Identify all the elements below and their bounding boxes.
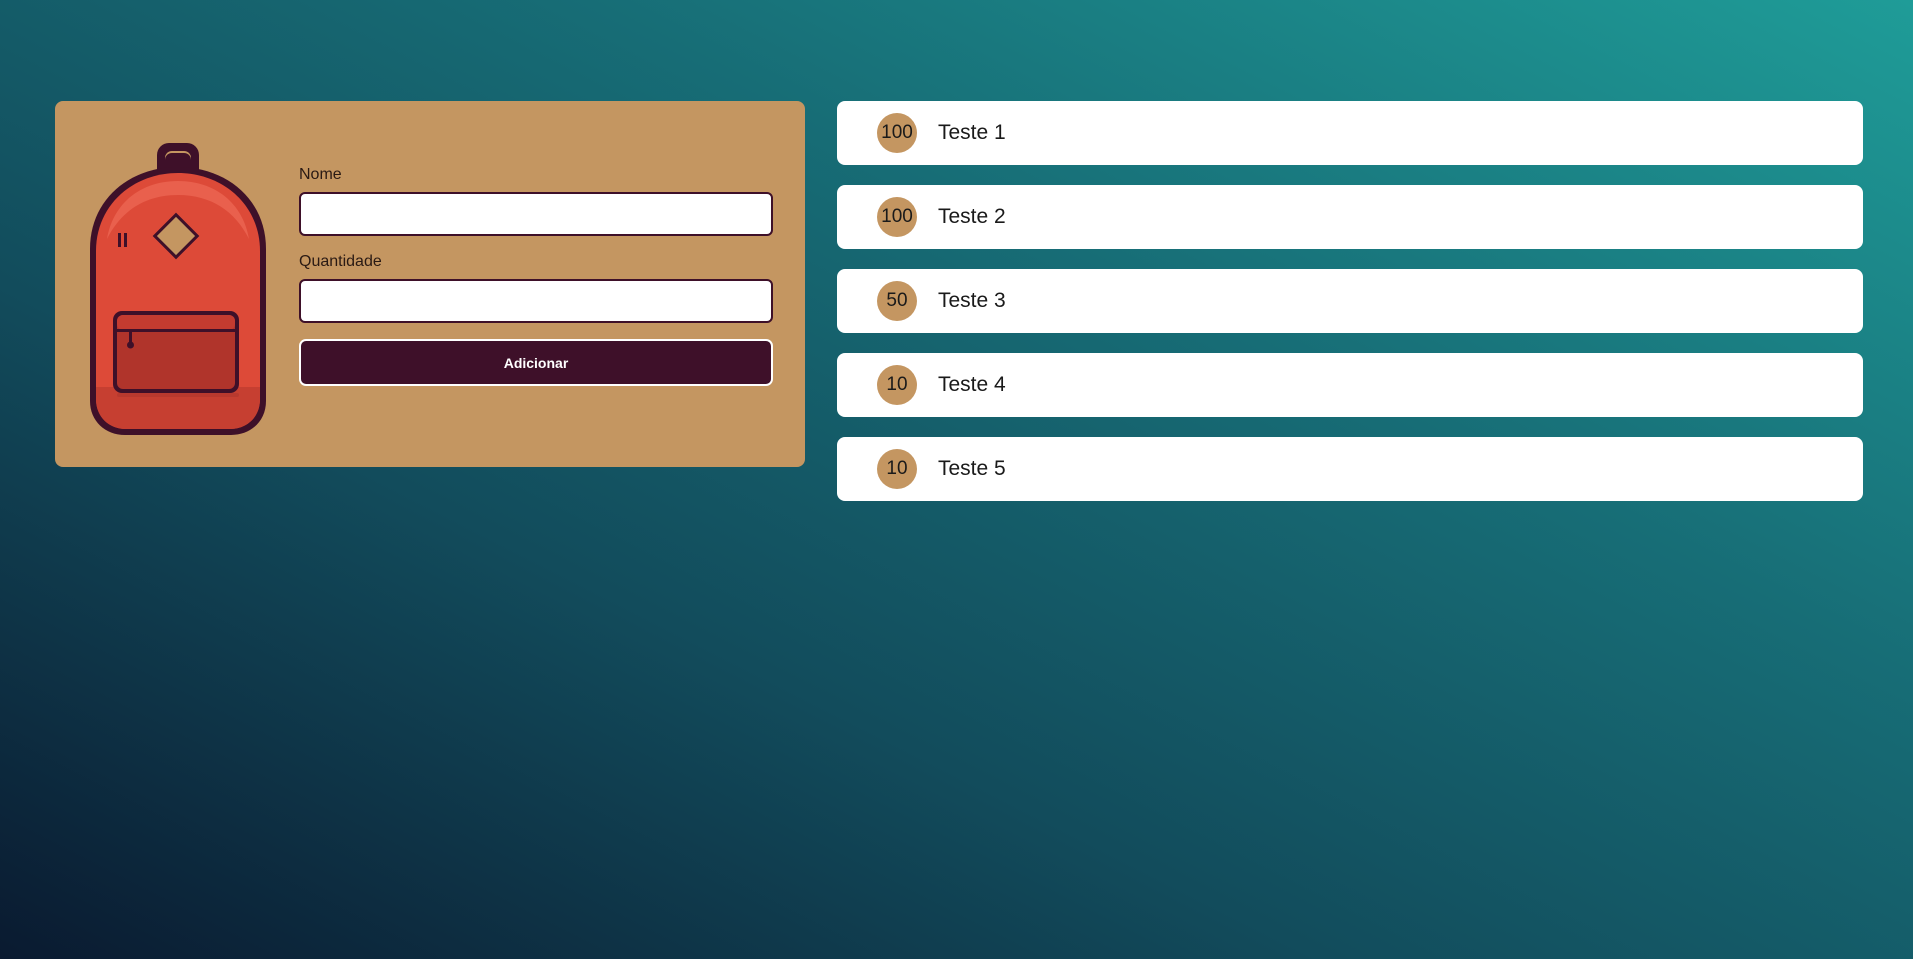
list-item[interactable]: 100 Teste 1	[837, 101, 1863, 165]
item-name: Teste 2	[938, 205, 1006, 228]
list-item[interactable]: 10 Teste 5	[837, 437, 1863, 501]
quantity-badge: 50	[877, 281, 917, 321]
list-item[interactable]: 10 Teste 4	[837, 353, 1863, 417]
quantity-badge: 100	[877, 197, 917, 237]
name-label: Nome	[299, 166, 342, 183]
quantity-badge: 10	[877, 365, 917, 405]
add-button[interactable]: Adicionar	[299, 339, 773, 386]
form-fields: Nome Quantidade Adicionar	[299, 165, 773, 386]
quantity-label: Quantidade	[299, 253, 382, 270]
list-item[interactable]: 50 Teste 3	[837, 269, 1863, 333]
item-name: Teste 5	[938, 457, 1006, 480]
name-input[interactable]	[299, 192, 773, 236]
list-item[interactable]: 100 Teste 2	[837, 185, 1863, 249]
backpack-icon	[85, 139, 271, 439]
quantity-input[interactable]	[299, 279, 773, 323]
item-name: Teste 1	[938, 121, 1006, 144]
quantity-badge: 10	[877, 449, 917, 489]
item-name: Teste 4	[938, 373, 1006, 396]
item-list: 100 Teste 1 100 Teste 2 50 Teste 3 10 Te…	[837, 101, 1863, 521]
add-item-form-card: Nome Quantidade Adicionar	[55, 101, 805, 467]
quantity-badge: 100	[877, 113, 917, 153]
item-name: Teste 3	[938, 289, 1006, 312]
